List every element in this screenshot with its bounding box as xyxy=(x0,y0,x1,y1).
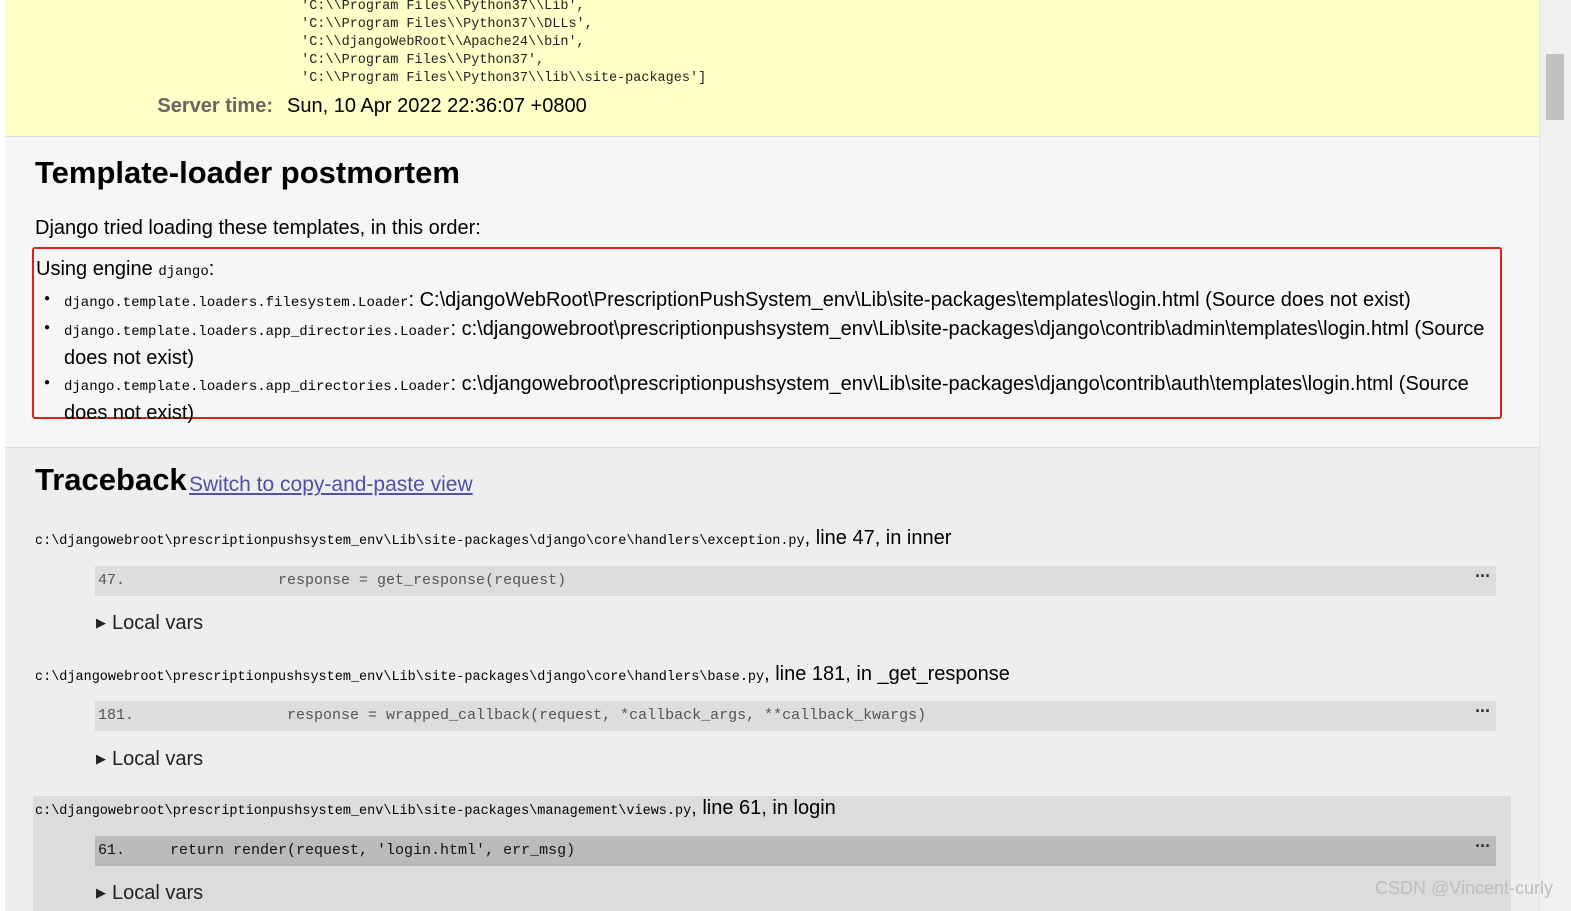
frame-file: c:\djangowebroot\prescriptionpushsystem_… xyxy=(35,670,765,685)
frame-code: 61. return render(request, 'login.html',… xyxy=(98,842,576,859)
vertical-scrollbar[interactable] xyxy=(1539,0,1571,911)
ellipsis-icon[interactable]: ··· xyxy=(1475,566,1491,587)
summary-section: 'C:\\Program Files\\Python37\\Lib', 'C:\… xyxy=(5,0,1540,137)
loader-name: django.template.loaders.app_directories.… xyxy=(64,324,451,340)
switch-view-link[interactable]: Switch to copy-and-paste view xyxy=(189,473,473,497)
local-vars-label: Local vars xyxy=(112,612,204,634)
server-time-label: Server time: xyxy=(157,95,273,117)
local-vars-toggle[interactable]: ▶ Local vars xyxy=(96,612,203,635)
sys-path-line: 'C:\\djangoWebRoot\\Apache24\\bin', xyxy=(293,35,585,50)
local-vars-label: Local vars xyxy=(112,882,204,904)
sys-path-line: 'C:\\Program Files\\Python37\\lib\\site-… xyxy=(293,71,707,86)
engine-name: django xyxy=(158,264,209,280)
engine-suffix: : xyxy=(208,258,215,280)
frame-header: c:\djangowebroot\prescriptionpushsystem_… xyxy=(35,663,1010,686)
template-attempt-item: django.template.loaders.filesystem.Loade… xyxy=(36,286,1486,316)
template-path: : C:\djangoWebRoot\PrescriptionPushSyste… xyxy=(408,289,1411,311)
triangle-right-icon: ▶ xyxy=(96,751,106,766)
traceback-title: Traceback xyxy=(35,462,187,497)
frame-location: , line 47, in inner xyxy=(804,527,952,549)
template-loader-title: Template-loader postmortem xyxy=(35,155,460,190)
frame-location: , line 181, in _get_response xyxy=(764,663,1010,685)
ellipsis-icon[interactable]: ··· xyxy=(1475,836,1491,857)
frame-file: c:\djangowebroot\prescriptionpushsystem_… xyxy=(35,804,692,819)
template-attempt-item: django.template.loaders.app_directories.… xyxy=(36,315,1486,371)
sys-path-line: 'C:\\Program Files\\Python37\\DLLs', xyxy=(293,17,593,32)
frame-location: , line 61, in login xyxy=(691,797,836,819)
frame-header: c:\djangowebroot\prescriptionpushsystem_… xyxy=(35,527,951,550)
scrollbar-thumb[interactable] xyxy=(1546,54,1564,120)
frame-file: c:\djangowebroot\prescriptionpushsystem_… xyxy=(35,534,805,549)
engine-line: Using engine django: xyxy=(36,258,214,281)
engine-prefix: Using engine xyxy=(36,258,153,280)
loader-name: django.template.loaders.filesystem.Loade… xyxy=(64,295,409,311)
local-vars-toggle[interactable]: ▶ Local vars xyxy=(96,748,203,771)
watermark: CSDN @Vincent-curly xyxy=(1375,878,1553,898)
frame-context-line[interactable]: 47. response = get_response(request) ··· xyxy=(95,566,1496,596)
user-frame: c:\djangowebroot\prescriptionpushsystem_… xyxy=(33,796,1511,911)
sys-path-list: 'C:\\Program Files\\Python37\\Lib', 'C:\… xyxy=(293,0,706,88)
local-vars-label: Local vars xyxy=(112,748,204,770)
frame-code: 181. response = wrapped_callback(request… xyxy=(98,707,927,724)
template-loader-intro: Django tried loading these templates, in… xyxy=(35,217,481,239)
frame-code: 47. response = get_response(request) xyxy=(98,572,567,589)
debug-page: 'C:\\Program Files\\Python37\\Lib', 'C:\… xyxy=(5,0,1540,911)
template-loader-section: Template-loader postmortem Django tried … xyxy=(5,137,1540,448)
frame-context-line[interactable]: 61. return render(request, 'login.html',… xyxy=(95,836,1496,866)
triangle-right-icon: ▶ xyxy=(96,615,106,630)
template-attempt-list: django.template.loaders.filesystem.Loade… xyxy=(36,286,1486,426)
server-time-value: Sun, 10 Apr 2022 22:36:07 +0800 xyxy=(287,95,587,117)
sys-path-line: 'C:\\Program Files\\Python37', xyxy=(293,53,545,68)
triangle-right-icon: ▶ xyxy=(96,885,106,900)
frame-header: c:\djangowebroot\prescriptionpushsystem_… xyxy=(35,797,836,820)
loader-name: django.template.loaders.app_directories.… xyxy=(64,379,451,395)
sys-path-line: 'C:\\Program Files\\Python37\\Lib', xyxy=(293,0,585,14)
template-attempt-item: django.template.loaders.app_directories.… xyxy=(36,370,1486,426)
highlight-box: Using engine django: django.template.loa… xyxy=(32,247,1502,424)
local-vars-toggle[interactable]: ▶ Local vars xyxy=(96,882,203,905)
frame-context-line[interactable]: 181. response = wrapped_callback(request… xyxy=(95,701,1496,731)
ellipsis-icon[interactable]: ··· xyxy=(1475,701,1491,722)
